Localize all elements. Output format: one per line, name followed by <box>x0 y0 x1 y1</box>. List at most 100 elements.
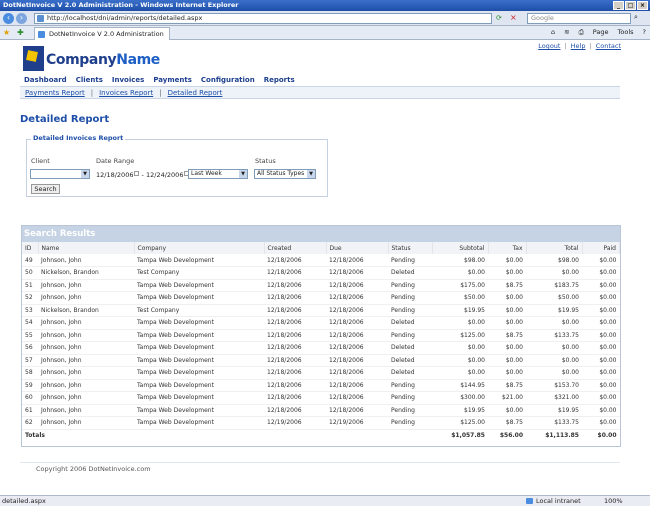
logout-link[interactable]: Logout <box>538 42 560 50</box>
table-row[interactable]: 55 Johnson, John Tampa Web Development 12/1… <box>22 329 620 342</box>
table-cell: 61 <box>22 404 38 417</box>
table-cell: $50.00 <box>432 291 488 305</box>
company-logo[interactable]: CompanyName <box>23 46 160 73</box>
feeds-icon[interactable]: ≋ <box>564 28 569 37</box>
totals-tax: $56.00 <box>499 432 523 439</box>
col-header[interactable]: Company <box>134 242 265 254</box>
range-select[interactable]: Last Week <box>188 169 248 179</box>
col-header[interactable]: Due <box>326 242 389 254</box>
close-icon[interactable]: × <box>637 1 648 10</box>
table-row[interactable]: 51 Johnson, John Tampa Web Development 12/1… <box>22 279 620 292</box>
table-row[interactable]: 50 Nickelson, Brandon Test Company 12/18/20… <box>22 266 620 280</box>
table-cell: Johnson, John <box>38 354 134 367</box>
table-cell: $0.00 <box>432 366 488 380</box>
col-header[interactable]: Subtotal <box>432 242 489 254</box>
col-header[interactable]: Status <box>388 242 433 254</box>
table-cell: $0.00 <box>488 266 526 280</box>
table-cell: Tampa Web Development <box>134 354 264 367</box>
table-row[interactable]: 56 Johnson, John Tampa Web Development 12/1… <box>22 341 620 355</box>
table-cell: Pending <box>388 254 432 267</box>
table-row[interactable]: 58 Johnson, John Tampa Web Development 12/1… <box>22 366 620 380</box>
tools-menu[interactable]: Tools <box>618 28 634 37</box>
col-header[interactable]: ID <box>22 242 39 254</box>
table-row[interactable]: 59 Johnson, John Tampa Web Development 12/1… <box>22 379 620 392</box>
tab-active[interactable]: DotNetInvoice V 2.0 Administration <box>34 27 170 40</box>
table-row[interactable]: 61 Johnson, John Tampa Web Development 12/1… <box>22 404 620 417</box>
forward-icon[interactable]: › <box>16 13 27 24</box>
search-button[interactable]: Search <box>31 184 60 194</box>
calendar-icon[interactable] <box>134 171 140 176</box>
minimize-icon[interactable]: _ <box>613 1 624 10</box>
col-header[interactable]: Tax <box>488 242 527 254</box>
table-row[interactable]: 53 Nickelson, Brandon Test Company 12/18/20… <box>22 304 620 317</box>
table-cell: 12/18/2006 <box>326 266 388 280</box>
table-row[interactable]: 52 Johnson, John Tampa Web Development 12/1… <box>22 291 620 305</box>
table-cell: Tampa Web Development <box>134 316 264 330</box>
status-select[interactable]: All Status Types <box>254 169 316 179</box>
table-cell: $8.75 <box>488 329 526 342</box>
subnav-detailed-report[interactable]: Detailed Report <box>168 87 223 98</box>
refresh-icon[interactable]: ⟳ <box>496 14 502 22</box>
table-cell: $0.00 <box>526 341 582 355</box>
subnav-payments-report[interactable]: Payments Report <box>25 87 85 98</box>
col-header[interactable]: Paid <box>582 242 620 254</box>
table-cell: $0.00 <box>488 304 526 317</box>
nav-invoices[interactable]: Invoices <box>112 74 144 86</box>
help-icon[interactable]: ? <box>643 28 646 37</box>
home-icon[interactable]: ⌂ <box>551 28 555 37</box>
contact-link[interactable]: Contact <box>596 42 621 50</box>
nav-clients[interactable]: Clients <box>76 74 103 86</box>
table-cell: 12/18/2006 <box>326 291 388 305</box>
window-title: DotNetInvoice V 2.0 Administration - Win… <box>3 1 239 9</box>
url-field[interactable]: http://localhost/dni/admin/reports/detai… <box>34 13 492 24</box>
table-cell: Pending <box>388 391 432 405</box>
table-row[interactable]: 54 Johnson, John Tampa Web Development 12/1… <box>22 316 620 330</box>
table-cell: $19.95 <box>526 404 582 417</box>
date-to[interactable]: 12/24/2006 <box>146 171 183 179</box>
table-row[interactable]: 57 Johnson, John Tampa Web Development 12/1… <box>22 354 620 367</box>
table-cell: $0.00 <box>488 354 526 367</box>
nav-dashboard[interactable]: Dashboard <box>24 74 67 86</box>
table-cell: $0.00 <box>582 416 620 430</box>
print-icon[interactable]: ⎙ <box>579 28 584 37</box>
col-header[interactable]: Created <box>264 242 327 254</box>
nav-configuration[interactable]: Configuration <box>201 74 255 86</box>
table-cell: 49 <box>22 254 38 267</box>
table-cell: $0.00 <box>526 266 582 280</box>
page-menu[interactable]: Page <box>593 28 609 37</box>
table-cell: $300.00 <box>432 391 488 405</box>
table-cell: 12/18/2006 <box>326 354 388 367</box>
maximize-icon[interactable]: □ <box>625 1 636 10</box>
table-cell: Johnson, John <box>38 379 134 392</box>
totals-total: $1,113.85 <box>545 432 579 439</box>
table-cell: $8.75 <box>488 279 526 292</box>
col-header[interactable]: Total <box>526 242 583 254</box>
table-cell: Deleted <box>388 316 432 330</box>
table-cell: 12/18/2006 <box>264 379 326 392</box>
table-cell: Johnson, John <box>38 291 134 305</box>
search-input[interactable]: Google <box>527 13 631 24</box>
table-cell: $0.00 <box>488 291 526 305</box>
table-cell: 12/18/2006 <box>264 366 326 380</box>
back-icon[interactable]: ‹ <box>3 13 14 24</box>
results-body: 49 Johnson, John Tampa Web Development 12/1… <box>22 254 620 430</box>
table-cell: Johnson, John <box>38 341 134 355</box>
help-link[interactable]: Help <box>571 42 586 50</box>
results-title: Search Results <box>22 226 620 242</box>
nav-reports[interactable]: Reports <box>264 74 295 86</box>
favorites-star-icon[interactable]: ★ <box>3 28 10 37</box>
search-go-icon[interactable]: ⌕ <box>634 13 638 22</box>
subnav-invoices-report[interactable]: Invoices Report <box>99 87 153 98</box>
table-cell: Deleted <box>388 354 432 367</box>
table-row[interactable]: 62 Johnson, John Tampa Web Development 12/1… <box>22 416 620 430</box>
table-cell: $0.00 <box>582 254 620 267</box>
table-row[interactable]: 49 Johnson, John Tampa Web Development 12/1… <box>22 254 620 267</box>
col-header[interactable]: Name <box>38 242 135 254</box>
nav-payments[interactable]: Payments <box>153 74 192 86</box>
zoom-level[interactable]: 100% <box>604 496 623 506</box>
table-row[interactable]: 60 Johnson, John Tampa Web Development 12/1… <box>22 391 620 405</box>
client-select[interactable] <box>30 169 90 179</box>
stop-icon[interactable]: × <box>510 13 517 22</box>
date-from[interactable]: 12/18/2006 <box>96 171 133 179</box>
add-favorites-icon[interactable]: ✚ <box>17 28 24 37</box>
